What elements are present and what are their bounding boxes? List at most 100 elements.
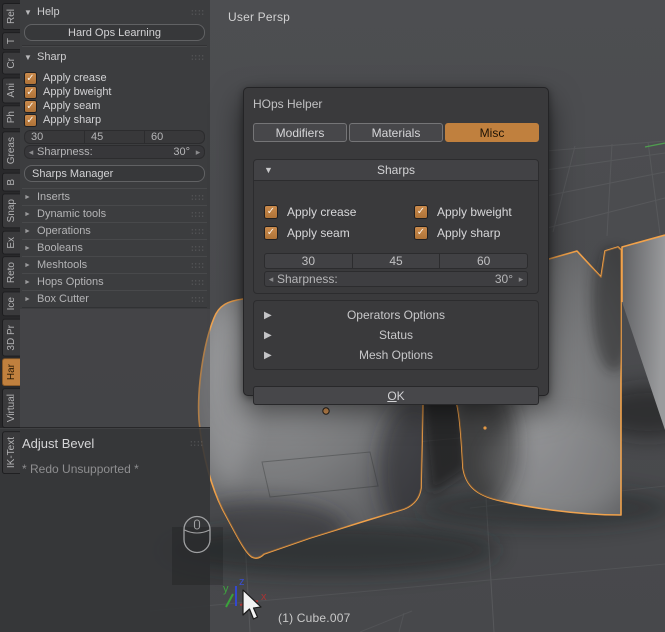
checkbox-checked-icon[interactable]: ✓ [264, 225, 278, 240]
checkbox-label: Apply seam [287, 225, 350, 240]
preset-60-button[interactable]: 60 [144, 130, 205, 144]
panel-title: Inserts [37, 191, 71, 203]
panel-open-icon: ▼ [24, 52, 32, 62]
panel-box-cutter[interactable]: ► Box Cutter :::: [22, 290, 207, 307]
checkbox-checked-icon[interactable]: ✓ [24, 85, 37, 99]
panel-grip-handle[interactable]: :::: [191, 261, 205, 269]
checkbox-label: Apply bweight [437, 204, 512, 219]
slider-left-arrow-icon[interactable]: ◂ [265, 274, 277, 285]
panel-title: Operations [37, 225, 91, 237]
status-row[interactable]: ▶ Status [254, 325, 538, 345]
panel-grip-handle[interactable]: :::: [191, 278, 205, 286]
sharps-manager-button[interactable]: Sharps Manager [24, 165, 205, 182]
row-closed-icon: ▶ [264, 309, 272, 321]
apply-sharp-checkbox-row[interactable]: ✓ Apply sharp [24, 113, 205, 127]
panel-inserts[interactable]: ► Inserts :::: [22, 188, 207, 205]
help-panel-title: Help [37, 6, 60, 18]
checkbox-checked-icon[interactable]: ✓ [414, 204, 428, 219]
panel-grip-handle[interactable]: :::: [190, 439, 204, 447]
ok-button[interactable]: OK [253, 386, 539, 405]
checkbox-checked-icon[interactable]: ✓ [24, 99, 37, 113]
adjust-bevel-panel-header[interactable]: ▼ Adjust Bevel :::: [6, 434, 204, 452]
shelf-tab-cr[interactable]: Cr [2, 52, 20, 75]
panel-title: Dynamic tools [37, 208, 107, 220]
checkbox-label: Apply bweight [43, 86, 112, 98]
shelf-tab-3dpr[interactable]: 3D Pr [2, 318, 20, 357]
hard-ops-learning-button[interactable]: Hard Ops Learning [24, 24, 205, 41]
tab-modifiers[interactable]: Modifiers [253, 123, 347, 142]
panel-grip-handle[interactable]: :::: [191, 244, 205, 252]
panel-closed-icon: ► [24, 193, 31, 201]
shelf-tab-ex[interactable]: Ex [2, 230, 20, 255]
help-panel-header[interactable]: ▼ Help :::: [22, 4, 207, 20]
preset-45-button[interactable]: 45 [84, 130, 145, 144]
shelf-tab-ani[interactable]: Ani [2, 76, 20, 104]
sharpness-slider[interactable]: ◂ Sharpness: 30° ▸ [264, 271, 528, 287]
apply-seam-checkbox-row[interactable]: ✓ Apply seam [24, 99, 205, 113]
sharps-section-header[interactable]: ▼ Sharps [254, 160, 538, 181]
shelf-tab-reto[interactable]: Reto [2, 256, 20, 290]
active-object-label: (1) Cube.007 [278, 611, 351, 625]
axis-y-label: y [223, 583, 229, 595]
operators-options-row[interactable]: ▶ Operators Options [254, 305, 538, 325]
shelf-tab-rel[interactable]: Rel [2, 3, 20, 31]
panel-operations[interactable]: ► Operations :::: [22, 222, 207, 239]
shelf-tab-t[interactable]: T [2, 32, 20, 51]
panel-closed-icon: ► [24, 227, 31, 235]
panel-divider [22, 45, 207, 47]
tool-shelf: ▼ Help :::: Hard Ops Learning ▼ Sharp ::… [20, 0, 210, 309]
apply-crease-checkbox-row[interactable]: ✓ Apply crease [264, 202, 414, 221]
tool-shelf-empty-area [20, 309, 210, 427]
checkbox-checked-icon[interactable]: ✓ [264, 204, 278, 219]
slider-left-arrow-icon[interactable]: ◂ [25, 147, 37, 158]
panel-meshtools[interactable]: ► Meshtools :::: [22, 256, 207, 273]
shelf-tab-iktext[interactable]: IK-Text [2, 430, 20, 474]
axis-x-label: x [261, 591, 267, 603]
panel-open-icon: ▼ [264, 165, 273, 175]
shelf-tab-har-active[interactable]: Har [2, 358, 20, 387]
shelf-tab-ice[interactable]: Ice [2, 291, 20, 317]
shelf-tab-virtual[interactable]: Virtual [2, 388, 20, 429]
preset-45-button[interactable]: 45 [351, 253, 441, 269]
sharp-panel-header[interactable]: ▼ Sharp :::: [22, 49, 207, 65]
sharpness-slider[interactable]: ◂ Sharpness: 30° ▸ [24, 145, 205, 159]
shelf-tab-greas[interactable]: Greas [2, 131, 20, 171]
tab-materials[interactable]: Materials [349, 123, 443, 142]
apply-bweight-checkbox-row[interactable]: ✓ Apply bweight [24, 85, 205, 99]
slider-right-arrow-icon[interactable]: ▸ [515, 274, 527, 285]
apply-sharp-checkbox-row[interactable]: ✓ Apply sharp [414, 223, 528, 242]
apply-bweight-checkbox-row[interactable]: ✓ Apply bweight [414, 202, 528, 221]
panel-grip-handle[interactable]: :::: [191, 210, 205, 218]
checkbox-checked-icon[interactable]: ✓ [24, 113, 37, 127]
panel-booleans[interactable]: ► Booleans :::: [22, 239, 207, 256]
tab-misc-active[interactable]: Misc [445, 123, 539, 142]
checkbox-label: Apply sharp [437, 225, 501, 240]
panel-grip-handle[interactable]: :::: [191, 53, 205, 61]
shelf-tab-snap[interactable]: Snap [2, 193, 20, 229]
shelf-tab-strip: Rel T Cr Ani Ph Greas B Snap Ex Reto Ice… [0, 0, 20, 474]
slider-right-arrow-icon[interactable]: ▸ [192, 147, 204, 158]
row-label: Mesh Options [358, 348, 434, 362]
panel-closed-icon: ► [24, 261, 31, 269]
checkbox-label: Apply crease [43, 72, 107, 84]
apply-crease-checkbox-row[interactable]: ✓ Apply crease [24, 71, 205, 85]
apply-seam-checkbox-row[interactable]: ✓ Apply seam [264, 223, 414, 242]
panel-dynamic-tools[interactable]: ► Dynamic tools :::: [22, 205, 207, 222]
panel-grip-handle[interactable]: :::: [191, 227, 205, 235]
checkbox-checked-icon[interactable]: ✓ [414, 225, 428, 240]
panel-grip-handle[interactable]: :::: [191, 8, 205, 16]
shelf-tab-ph[interactable]: Ph [2, 105, 20, 130]
preset-30-button[interactable]: 30 [264, 253, 353, 269]
panel-hops-options[interactable]: ► Hops Options :::: [22, 273, 207, 290]
panel-closed-icon: ► [24, 295, 31, 303]
preset-30-button[interactable]: 30 [24, 130, 85, 144]
panel-grip-handle[interactable]: :::: [191, 295, 205, 303]
shelf-tab-b[interactable]: B [2, 172, 20, 192]
operator-redo-panel: ▼ Adjust Bevel :::: * Redo Unsupported * [0, 427, 210, 632]
panel-closed-icon: ► [24, 278, 31, 286]
checkbox-checked-icon[interactable]: ✓ [24, 71, 37, 85]
panel-grip-handle[interactable]: :::: [191, 193, 205, 201]
preset-60-button[interactable]: 60 [439, 253, 529, 269]
mesh-options-row[interactable]: ▶ Mesh Options [254, 345, 538, 365]
row-closed-icon: ▶ [264, 329, 272, 341]
